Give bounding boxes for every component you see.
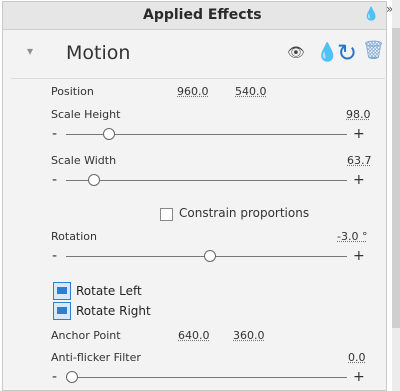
- rotation-minus[interactable]: -: [52, 248, 57, 264]
- constrain-proportions-checkbox[interactable]: [160, 208, 173, 221]
- scale-width-label: Scale Width: [51, 154, 117, 167]
- anchor-y-value[interactable]: 360.0: [233, 329, 265, 342]
- scale-height-minus[interactable]: -: [52, 126, 57, 142]
- effect-title: Motion: [66, 42, 131, 64]
- rotation-plus[interactable]: +: [353, 248, 365, 264]
- position-label: Position: [51, 85, 94, 98]
- anti-flicker-track: [66, 377, 347, 378]
- scrollbar-thumb[interactable]: [392, 28, 400, 328]
- scale-width-track: [66, 180, 347, 181]
- delete-icon[interactable]: 🗑: [362, 40, 385, 61]
- rotate-right-button[interactable]: Rotate Right: [76, 304, 151, 318]
- anti-flicker-label: Anti-flicker Filter: [51, 351, 141, 364]
- panel-header: Applied Effects 💧: [3, 2, 386, 30]
- motion-effect-header[interactable]: ▾ Motion 👁 💧 ↻ 🗑: [11, 34, 385, 79]
- rotation-thumb[interactable]: [203, 250, 216, 262]
- rotate-right-icon[interactable]: [53, 302, 71, 320]
- visibility-eye-icon[interactable]: 👁: [287, 45, 305, 61]
- anchor-point-label: Anchor Point: [51, 329, 121, 342]
- anti-flicker-thumb[interactable]: [66, 371, 78, 383]
- anti-flicker-plus[interactable]: +: [353, 369, 365, 385]
- anchor-x-value[interactable]: 640.0: [178, 329, 210, 342]
- rotate-left-button[interactable]: Rotate Left: [76, 284, 142, 298]
- rotation-label: Rotation: [51, 230, 98, 243]
- rotate-left-icon[interactable]: [53, 282, 71, 300]
- effect-drop-icon[interactable]: 💧: [316, 42, 338, 63]
- rotation-value[interactable]: -3.0 °: [337, 230, 367, 243]
- scale-width-minus[interactable]: -: [52, 172, 57, 188]
- drop-icon[interactable]: 💧: [363, 7, 379, 22]
- collapse-caret-icon[interactable]: ▾: [27, 44, 33, 58]
- anti-flicker-value[interactable]: 0.0: [348, 351, 366, 364]
- vertical-scrollbar[interactable]: [392, 0, 400, 391]
- constrain-proportions-label: Constrain proportions: [179, 206, 310, 220]
- position-y-value[interactable]: 540.0: [235, 85, 267, 98]
- reset-icon[interactable]: ↻: [337, 39, 357, 67]
- scale-width-thumb[interactable]: [88, 174, 101, 186]
- applied-effects-panel: Applied Effects 💧 ▾ Motion 👁 💧 ↻ 🗑 Posit…: [2, 1, 387, 391]
- scale-height-value[interactable]: 98.0: [346, 108, 371, 121]
- position-x-value[interactable]: 960.0: [177, 85, 209, 98]
- scale-width-value[interactable]: 63.7: [347, 154, 372, 167]
- anti-flicker-minus[interactable]: -: [52, 369, 57, 385]
- panel-title: Applied Effects: [143, 7, 262, 23]
- scale-height-label: Scale Height: [51, 108, 121, 121]
- scale-width-plus[interactable]: +: [353, 172, 365, 188]
- scale-height-plus[interactable]: +: [353, 126, 365, 142]
- scale-height-thumb[interactable]: [102, 128, 115, 140]
